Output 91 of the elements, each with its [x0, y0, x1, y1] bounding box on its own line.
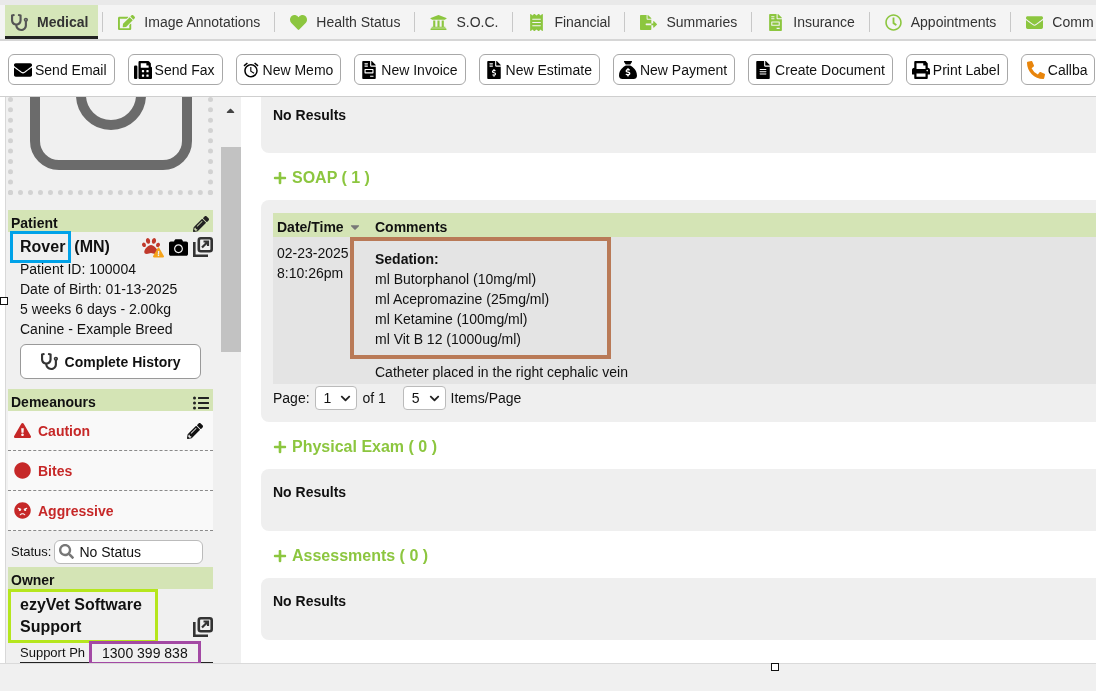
tab[interactable]: Health Status: [284, 5, 411, 39]
demeanour-label: Bites: [38, 462, 74, 479]
angry-face-icon: [14, 502, 31, 519]
date-text: 02-23-2025: [277, 244, 350, 263]
items-per-page-label: Items/Page: [450, 390, 522, 406]
toolbar-button[interactable]: Print Label: [905, 54, 1008, 85]
panel-title: Patient: [11, 214, 58, 232]
pencil-icon[interactable]: [187, 422, 203, 439]
money-bag-icon: [618, 60, 637, 79]
patient-sex-text: (MN): [74, 237, 110, 257]
toolbar-button[interactable]: Callba: [1020, 54, 1096, 85]
phone-label: Support Ph: [20, 643, 86, 662]
clock-icon: [884, 13, 902, 31]
column-header[interactable]: Date/Time: [277, 217, 362, 237]
tab[interactable]: Comm: [1020, 5, 1096, 39]
page-count-text: of 1: [362, 390, 386, 406]
stethoscope-icon: [11, 13, 28, 31]
phone-icon: [1026, 60, 1045, 79]
tab[interactable]: Summaries: [634, 5, 748, 39]
receipt-icon: [528, 13, 546, 31]
page-select[interactable]: 1: [314, 386, 358, 410]
tab[interactable]: Image Annotations: [112, 5, 271, 39]
demeanour-label: Aggressive: [38, 502, 115, 519]
toolbar-button[interactable]: Create Document: [748, 54, 893, 85]
patient-detail-text: Date of Birth: 01-13-2025: [19, 280, 179, 299]
tab[interactable]: Financial: [522, 5, 621, 39]
comment-line: ml Butorphanol (10mg/ml): [375, 270, 538, 289]
demeanour-label: Caution: [38, 422, 92, 439]
time-text: 8:10:26pm: [277, 264, 345, 283]
phone-number: 1300 399 838: [102, 643, 188, 662]
toolbar-button[interactable]: New Invoice: [354, 54, 466, 85]
patient-detail-text: 5 weeks 6 days - 2.00kg: [19, 300, 172, 319]
toolbar-button[interactable]: New Estimate: [478, 54, 600, 85]
file-arrow-icon: [640, 13, 658, 31]
scrollbar-thumb[interactable]: [220, 147, 241, 352]
printer-icon: [911, 60, 930, 79]
fax-icon: [133, 60, 152, 79]
camera-placeholder-icon: [30, 97, 192, 170]
items-per-page-select[interactable]: 5: [402, 386, 446, 410]
page-label: Page:: [273, 390, 310, 406]
comment-line: ml Vit B 12 (1000ug/ml): [375, 330, 523, 349]
pencil-icon[interactable]: [193, 216, 209, 232]
toolbar-button[interactable]: New Memo: [235, 54, 342, 85]
patient-detail-text: Patient ID: 100004: [19, 260, 137, 279]
list-icon[interactable]: [193, 395, 209, 411]
invoice-icon: [360, 60, 379, 79]
patient-name: Rover: [20, 237, 66, 257]
external-link-icon[interactable]: [193, 617, 213, 637]
status-label: Status:: [11, 544, 52, 559]
panel-title: Owner: [11, 571, 55, 589]
column-header[interactable]: Comments: [375, 217, 448, 237]
tab[interactable]: Insurance: [761, 5, 865, 39]
resize-handle-icon[interactable]: [771, 663, 779, 671]
no-results-text: No Results: [273, 484, 347, 500]
toolbar-button[interactable]: Send Email: [8, 54, 115, 85]
tab[interactable]: Medical: [5, 5, 99, 39]
comment-note: Catheter placed in the right cephalic vein: [375, 363, 628, 382]
complete-history-button[interactable]: Complete History: [20, 344, 201, 379]
external-link-icon[interactable]: [193, 237, 213, 257]
toolbar-button[interactable]: New Payment: [612, 54, 736, 85]
heart-icon: [290, 13, 308, 31]
plus-icon: [273, 548, 287, 563]
patient-detail-text: Canine - Example Breed: [19, 320, 174, 339]
envelope-icon: [14, 60, 32, 79]
alarm-clock-icon: [241, 60, 260, 79]
comment-line: ml Ketamine (100mg/ml): [375, 310, 529, 329]
edit-icon: [118, 13, 136, 31]
search-icon: [59, 544, 75, 559]
panel-title: Demeanours: [11, 393, 96, 411]
envelope-icon: [1026, 13, 1044, 31]
plus-icon: [273, 170, 287, 185]
status-field[interactable]: No Status: [54, 539, 204, 564]
owner-name: ezyVet Software Support: [20, 595, 143, 637]
no-results-text: No Results: [273, 107, 347, 123]
stethoscope-icon: [40, 353, 58, 370]
paw-warning-icon[interactable]: [142, 236, 164, 258]
dot-icon: [14, 462, 31, 479]
plus-icon: [273, 439, 287, 454]
tab[interactable]: S.O.C.: [424, 5, 509, 39]
resize-handle-icon[interactable]: [0, 297, 8, 305]
tab[interactable]: Appointments: [878, 5, 1007, 39]
invoice-icon: [484, 60, 503, 79]
toolbar-button[interactable]: Send Fax: [127, 54, 223, 85]
document-icon: [767, 13, 785, 31]
comment-line: ml Acepromazine (25mg/ml): [375, 290, 551, 309]
warning-icon: [14, 422, 31, 439]
no-results-text: No Results: [273, 593, 347, 609]
bank-icon: [430, 13, 448, 31]
comment-heading: Sedation:: [375, 250, 440, 269]
document-icon: [754, 60, 773, 79]
camera-icon[interactable]: [169, 237, 188, 257]
